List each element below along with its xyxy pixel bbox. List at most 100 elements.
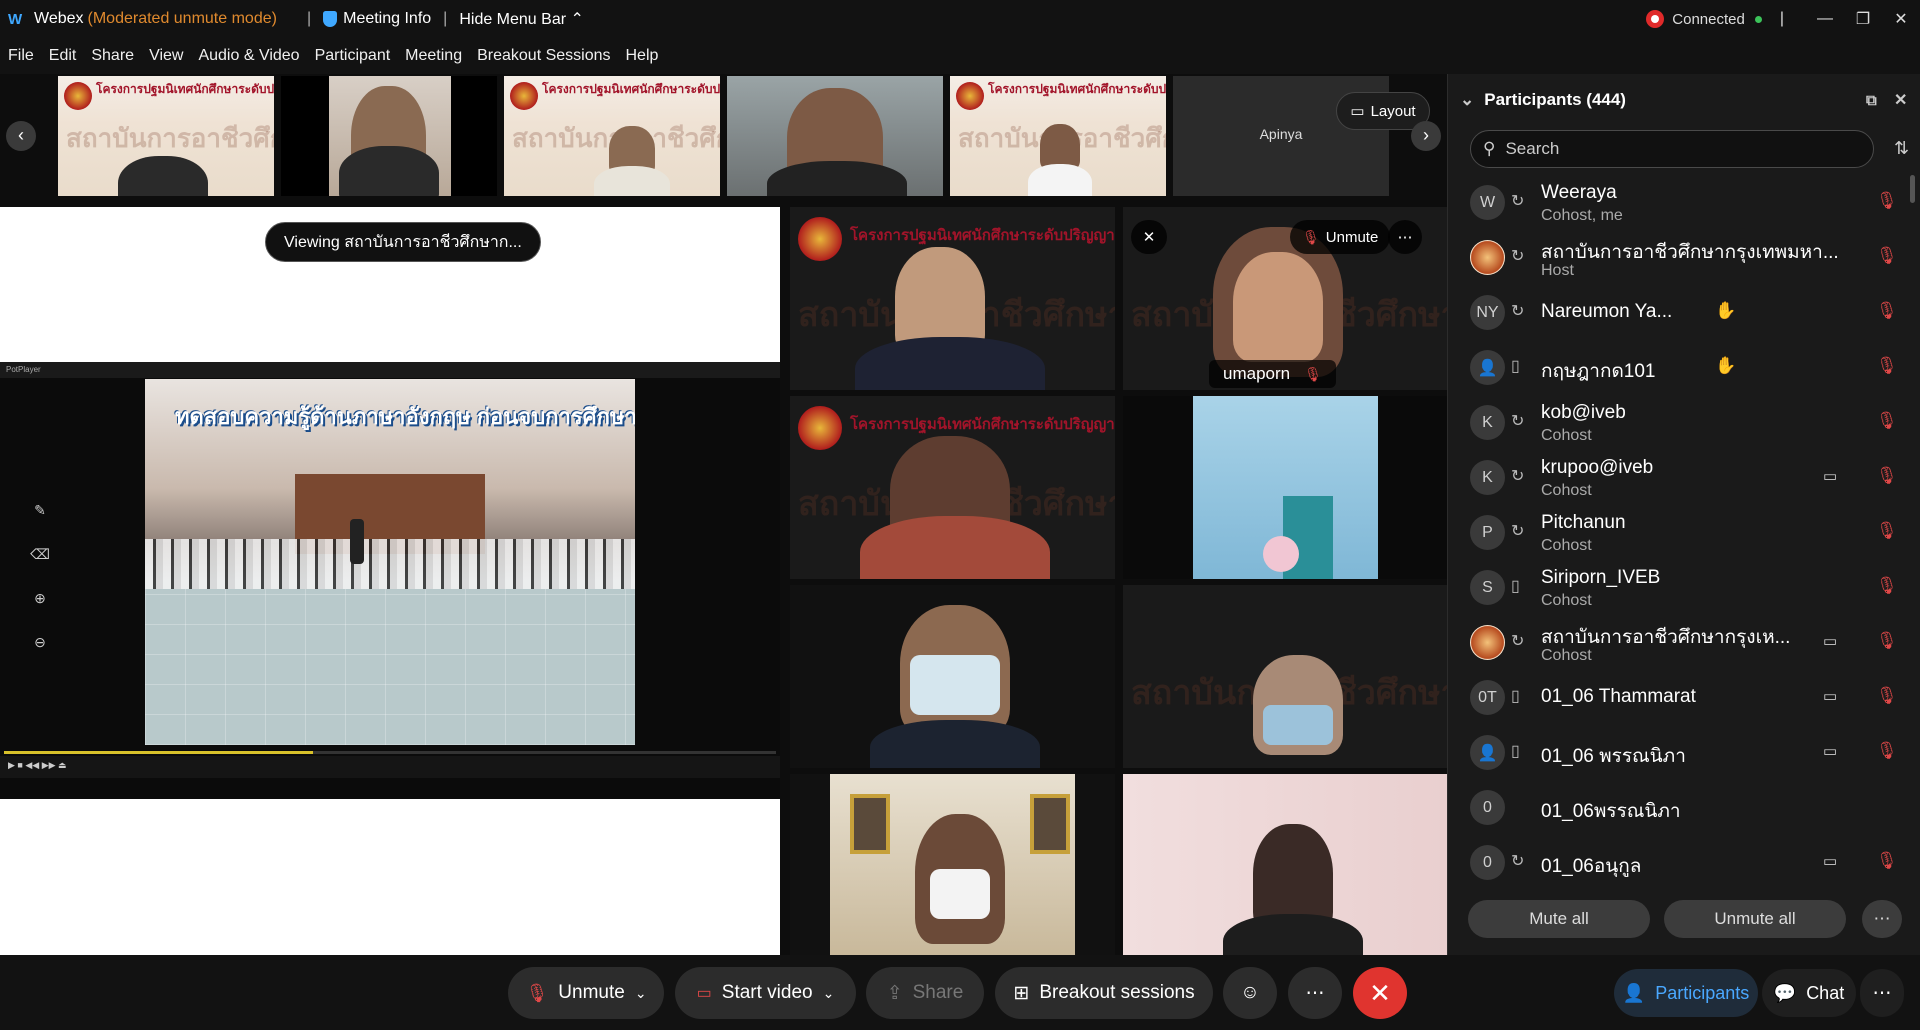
participant-row[interactable]: 0 01_06พรรณนิภา — [1448, 780, 1908, 835]
restore-icon[interactable]: ❐ — [1844, 9, 1882, 29]
participant-row[interactable]: 0 ↻ 01_06อนุกูล ▭ 🎙 — [1448, 835, 1908, 890]
chevron-left-icon[interactable]: ‹ — [6, 121, 36, 151]
unpin-icon[interactable]: ✕ — [1131, 220, 1167, 254]
video-tile[interactable] — [1123, 396, 1448, 579]
video-thumbnail[interactable] — [281, 76, 497, 196]
reactions-icon[interactable]: ☺ — [1223, 967, 1277, 1019]
raised-hand-icon[interactable]: ✋ — [1715, 301, 1736, 321]
mic-muted-icon[interactable]: 🎙 — [1876, 466, 1898, 486]
player-progress-bar[interactable] — [4, 751, 776, 754]
video-tile[interactable] — [790, 585, 1115, 768]
participant-row[interactable]: P ↻ Pitchanun Cohost 🎙 — [1448, 505, 1908, 560]
video-tile[interactable]: สถาบันการอาชีวศึกษา — [1123, 585, 1448, 768]
close-window-icon[interactable]: ✕ — [1882, 9, 1920, 29]
video-tile[interactable]: โครงการปฐมนิเทศนักศึกษาระดับปริญญาตรี (O… — [790, 207, 1115, 390]
eraser-icon[interactable]: ⌫ — [28, 546, 52, 590]
menu-file[interactable]: File — [8, 47, 34, 65]
participant-row[interactable]: NY ↻ Nareumon Ya... ✋ 🎙 — [1448, 285, 1908, 340]
tile-unmute-button[interactable]: 🎙 Unmute — [1290, 220, 1391, 254]
minimize-icon[interactable]: — — [1806, 10, 1844, 28]
raised-hand-icon[interactable]: ✋ — [1715, 356, 1736, 376]
mic-muted-icon[interactable]: 🎙 — [1876, 686, 1898, 706]
layout-icon: ▭ — [1350, 103, 1365, 120]
participant-row[interactable]: K ↻ krupoo@iveb Cohost ▭ 🎙 — [1448, 450, 1908, 505]
participant-row[interactable]: K ↻ kob@iveb Cohost 🎙 — [1448, 395, 1908, 450]
close-panel-icon[interactable]: ✕ — [1894, 90, 1907, 110]
menu-view[interactable]: View — [149, 47, 183, 65]
camera-icon[interactable]: ▭ — [1823, 852, 1837, 870]
breakout-sessions-button[interactable]: ⊞ Breakout sessions — [995, 967, 1213, 1019]
chevron-right-icon[interactable]: › — [1411, 121, 1441, 151]
phone-icon: ▯ — [1511, 358, 1520, 375]
sort-icon[interactable]: ⇅ — [1894, 138, 1909, 159]
unmute-all-button[interactable]: Unmute all — [1664, 900, 1846, 938]
mic-muted-icon[interactable]: 🎙 — [1876, 246, 1898, 266]
participant-row[interactable]: 👤 ▯ 01_06 พรรณนิภา ▭ 🎙 — [1448, 725, 1908, 780]
participant-list-scrollbar[interactable] — [1910, 175, 1915, 203]
participant-row[interactable]: 👤 ▯ กฤษฎากด101 ✋ 🎙 — [1448, 340, 1908, 395]
mic-muted-icon[interactable]: 🎙 — [1876, 356, 1898, 376]
avatar: P — [1470, 515, 1505, 550]
participant-row[interactable]: ↻ สถาบันการอาชีวศึกษากรุงเห... Cohost ▭ … — [1448, 615, 1908, 670]
participants-header: ⌄ Participants (444) ⧉ ✕ — [1460, 90, 1908, 110]
participant-row[interactable]: ↻ สถาบันการอาชีวศึกษากรุงเทพมหา... Host … — [1448, 230, 1908, 285]
menu-edit[interactable]: Edit — [49, 47, 77, 65]
video-tile[interactable] — [1123, 774, 1448, 957]
menu-help[interactable]: Help — [626, 47, 659, 65]
mic-muted-icon[interactable]: 🎙 — [1876, 301, 1898, 321]
participants-tab-button[interactable]: 👤 Participants — [1614, 969, 1758, 1017]
audio-connected-icon: ↻ — [1511, 523, 1525, 540]
menu-audio-video[interactable]: Audio & Video — [198, 47, 299, 65]
pen-icon[interactable]: ✎ — [28, 502, 52, 546]
meeting-info-button[interactable]: Meeting Info — [323, 10, 431, 28]
seal-icon — [64, 82, 92, 110]
pop-out-icon[interactable]: ⧉ — [1866, 92, 1877, 109]
video-thumbnail[interactable]: โครงการปฐมนิเทศนักศึกษาระดับปริญญาตรี (O… — [950, 76, 1166, 196]
camera-icon[interactable]: ▭ — [1823, 742, 1837, 760]
mic-muted-icon[interactable]: 🎙 — [1876, 576, 1898, 596]
camera-icon[interactable]: ▭ — [1823, 632, 1837, 650]
mic-muted-icon[interactable]: 🎙 — [1876, 191, 1898, 211]
viewing-indicator[interactable]: Viewing สถาบันการอาชีวศึกษาก... — [265, 222, 541, 262]
more-options-icon[interactable]: ⋯ — [1860, 969, 1904, 1017]
video-tile-active[interactable]: สถาบันการอาชีวศึกษา ✕ 🎙 Unmute ⋯ umaporn… — [1123, 207, 1448, 390]
more-options-icon[interactable]: ⋯ — [1862, 900, 1902, 938]
participant-search-input[interactable]: ⚲ Search — [1470, 130, 1874, 168]
participant-row[interactable]: 0T ▯ 01_06 Thammarat ▭ 🎙 — [1448, 670, 1908, 725]
menu-meeting[interactable]: Meeting — [405, 47, 462, 65]
more-options-icon[interactable]: ⋯ — [1288, 967, 1342, 1019]
video-tile[interactable] — [790, 774, 1115, 957]
mic-muted-icon[interactable]: 🎙 — [1876, 851, 1898, 871]
unmute-button[interactable]: 🎙 Unmute ⌄ — [508, 967, 664, 1019]
participant-row[interactable]: S ▯ Siriporn_IVEB Cohost 🎙 — [1448, 560, 1908, 615]
start-video-button[interactable]: ▭ Start video ⌄ — [675, 967, 856, 1019]
avatar-person-icon: 👤 — [1470, 350, 1505, 385]
play-icon[interactable]: ▶ ■ ◀◀ ▶▶ ⏏ — [8, 760, 67, 771]
share-button[interactable]: ⇪ Share — [866, 967, 984, 1019]
camera-icon[interactable]: ▭ — [1823, 687, 1837, 705]
end-meeting-icon[interactable]: ✕ — [1353, 967, 1407, 1019]
mic-muted-icon[interactable]: 🎙 — [1876, 411, 1898, 431]
zoom-out-icon[interactable]: ⊖ — [28, 634, 52, 678]
chevron-down-icon[interactable]: ⌄ — [635, 985, 647, 1002]
menu-participant[interactable]: Participant — [315, 47, 391, 65]
more-options-icon[interactable]: ⋯ — [1388, 220, 1422, 254]
mic-muted-icon[interactable]: 🎙 — [1876, 521, 1898, 541]
video-tile[interactable]: โครงการปฐมนิเทศนักศึกษาระดับปริญญาตรี (O… — [790, 396, 1115, 579]
mute-all-button[interactable]: Mute all — [1468, 900, 1650, 938]
zoom-in-icon[interactable]: ⊕ — [28, 590, 52, 634]
participant-row[interactable]: W ↻ Weeraya Cohost, me 🎙 — [1448, 175, 1908, 230]
hide-menu-bar-button[interactable]: Hide Menu Bar ⌃ — [459, 9, 584, 29]
video-thumbnail[interactable] — [727, 76, 943, 196]
chevron-down-icon[interactable]: ⌄ — [1460, 90, 1474, 110]
menu-share[interactable]: Share — [91, 47, 134, 65]
chevron-down-icon[interactable]: ⌄ — [823, 985, 835, 1002]
player-control-bar[interactable]: ▶ ■ ◀◀ ▶▶ ⏏ — [0, 756, 780, 778]
chat-button[interactable]: 💬 Chat — [1762, 969, 1856, 1017]
video-thumbnail[interactable]: โครงการปฐมนิเทศนักศึกษาระดับปริญญาตรี (O… — [504, 76, 720, 196]
camera-icon[interactable]: ▭ — [1823, 467, 1837, 485]
mic-muted-icon[interactable]: 🎙 — [1876, 631, 1898, 651]
mic-muted-icon[interactable]: 🎙 — [1876, 741, 1898, 761]
video-thumbnail[interactable]: โครงการปฐมนิเทศนักศึกษาระดับปริญญาตรี (O… — [58, 76, 274, 196]
menu-breakout-sessions[interactable]: Breakout Sessions — [477, 47, 610, 65]
